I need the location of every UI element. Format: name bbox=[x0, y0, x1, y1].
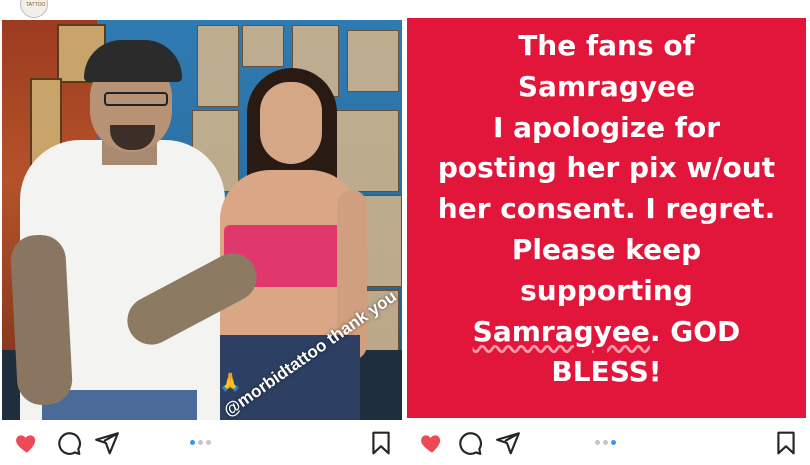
carousel-dot bbox=[206, 440, 211, 445]
flash-sheet bbox=[362, 195, 402, 287]
action-bar bbox=[405, 420, 810, 465]
flash-sheet bbox=[197, 25, 239, 107]
message-line: posting her pix w/out bbox=[437, 151, 776, 185]
carousel-dot bbox=[198, 440, 203, 445]
message-line: The fans of bbox=[518, 29, 695, 62]
heart-icon[interactable] bbox=[419, 430, 445, 456]
woman-face bbox=[260, 82, 322, 164]
carousel-indicator bbox=[595, 440, 619, 446]
carousel-dot bbox=[611, 440, 616, 445]
post-header-strip: TATTOO bbox=[0, 0, 405, 21]
share-icon[interactable] bbox=[94, 430, 120, 456]
man-glasses bbox=[104, 92, 168, 106]
praying-hands-emoji: 🙏 bbox=[219, 372, 242, 392]
carousel-indicator bbox=[190, 440, 214, 446]
message-text: . GOD bbox=[649, 314, 741, 348]
message-line: I apologize for bbox=[492, 110, 721, 144]
heart-icon[interactable] bbox=[14, 430, 40, 456]
flash-sheet bbox=[332, 110, 399, 192]
flash-sheet bbox=[242, 25, 284, 67]
carousel-dot bbox=[190, 440, 195, 445]
bookmark-icon[interactable] bbox=[368, 430, 394, 456]
apology-message: The fans of Samragyee I apologize for po… bbox=[407, 26, 806, 393]
post-right: The fans of Samragyee I apologize for po… bbox=[405, 0, 810, 465]
post-left: TATTOO 🙏 @morbidtattoo thank you bbox=[0, 0, 405, 465]
avatar[interactable]: TATTOO bbox=[20, 0, 48, 18]
share-icon[interactable] bbox=[495, 430, 521, 456]
carousel-dot bbox=[603, 440, 608, 445]
message-line: Samragyee. GOD bbox=[407, 312, 806, 353]
message-line: her consent. I regret. bbox=[437, 192, 776, 226]
message-line: Samragyee bbox=[517, 69, 696, 103]
man-arm-left bbox=[9, 233, 74, 407]
text-post-card[interactable]: The fans of Samragyee I apologize for po… bbox=[407, 18, 806, 418]
message-line: BLESS! bbox=[551, 355, 662, 389]
action-bar bbox=[0, 420, 405, 465]
message-line: Please keep bbox=[511, 232, 702, 266]
message-line: supporting bbox=[520, 273, 693, 307]
bookmark-icon[interactable] bbox=[773, 430, 799, 456]
flash-sheet bbox=[347, 30, 399, 92]
spellcheck-underlined-name: Samragyee bbox=[472, 314, 650, 348]
comment-icon[interactable] bbox=[56, 430, 82, 456]
comment-icon[interactable] bbox=[457, 430, 483, 456]
carousel-dot bbox=[595, 440, 600, 445]
post-photo[interactable]: 🙏 @morbidtattoo thank you bbox=[2, 20, 402, 420]
